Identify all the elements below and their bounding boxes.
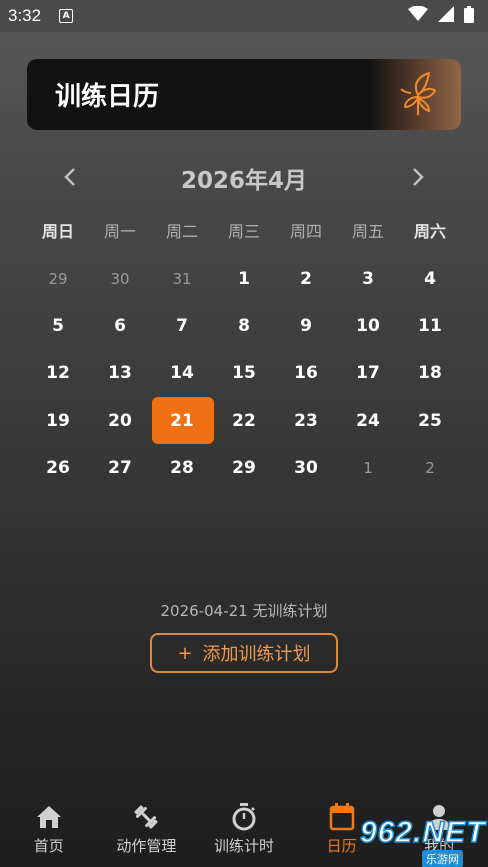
header-card: 训练日历 — [27, 59, 461, 130]
calendar-icon — [329, 803, 355, 831]
watermark-number: 962.NET — [359, 815, 486, 850]
calendar-day[interactable]: 18 — [399, 350, 461, 397]
calendar-day[interactable]: 16 — [275, 350, 337, 397]
calendar-day[interactable]: 5 — [27, 302, 89, 349]
nav-item-exercises[interactable]: 动作管理 — [98, 793, 196, 867]
calendar-day[interactable]: 11 — [399, 302, 461, 349]
calendar-day[interactable]: 14 — [151, 350, 213, 397]
calendar-day[interactable]: 10 — [337, 302, 399, 349]
weekday-header: 周日 周一 周二 周三 周四 周五 周六 — [27, 212, 461, 248]
calendar-day[interactable]: 6 — [89, 302, 151, 349]
calendar-day[interactable]: 15 — [213, 350, 275, 397]
add-plan-label: 添加训练计划 — [202, 644, 311, 665]
calendar-weeks: 29 30 31 1 2 3 4 5 6 7 8 9 10 11 12 13 1… — [27, 255, 461, 492]
add-plan-button[interactable]: + 添加训练计划 — [150, 633, 338, 673]
nav-label: 首页 — [33, 837, 64, 855]
weekday-label: 周一 — [103, 222, 136, 241]
calendar-day[interactable]: 29 — [213, 445, 275, 492]
calendar-day[interactable]: 13 — [89, 350, 151, 397]
calendar-grid: 周日 周一 周二 周三 周四 周五 周六 29 30 31 1 2 3 4 5 … — [27, 212, 461, 492]
chevron-right-icon — [413, 168, 424, 186]
calendar-day-selected[interactable]: 21 — [151, 397, 214, 445]
calendar-day[interactable]: 30 — [89, 255, 151, 302]
calendar-day[interactable]: 25 — [399, 397, 461, 444]
butterfly-icon — [399, 71, 439, 121]
calendar-day[interactable]: 9 — [275, 302, 337, 349]
watermark-subtitle: 乐游网 — [422, 850, 463, 867]
calendar-day[interactable]: 28 — [151, 445, 213, 492]
wifi-icon — [408, 5, 428, 26]
calendar-day[interactable]: 8 — [213, 302, 275, 349]
calendar-day[interactable]: 19 — [27, 397, 89, 444]
a-icon: A — [59, 9, 74, 23]
nav-item-timer[interactable]: 训练计时 — [195, 793, 293, 867]
nav-item-home[interactable]: 首页 — [0, 793, 98, 867]
weekday-label: 周六 — [413, 222, 446, 241]
dumbbell-icon — [132, 803, 160, 831]
calendar-day[interactable]: 7 — [151, 302, 213, 349]
weekday-label: 周五 — [351, 222, 384, 241]
next-month-button[interactable] — [402, 161, 434, 193]
calendar-week: 5 6 7 8 9 10 11 — [27, 302, 461, 349]
battery-icon — [464, 5, 474, 27]
calendar-day[interactable]: 27 — [89, 445, 151, 492]
nav-label: 动作管理 — [116, 837, 177, 855]
calendar-day[interactable]: 26 — [27, 445, 89, 492]
calendar-day[interactable]: 17 — [337, 350, 399, 397]
calendar-day[interactable]: 1 — [337, 445, 399, 492]
calendar-day[interactable]: 30 — [275, 445, 337, 492]
status-time: 3:32 — [8, 6, 42, 25]
calendar-day[interactable]: 2 — [399, 445, 461, 492]
calendar-week: 26 27 28 29 30 1 2 — [27, 445, 461, 492]
calendar-day[interactable]: 2 — [275, 255, 337, 302]
plus-icon: + — [177, 642, 193, 664]
nav-label: 训练计时 — [213, 837, 274, 855]
calendar-day[interactable]: 4 — [399, 255, 461, 302]
status-bar: 3:32 A — [0, 0, 488, 32]
calendar-week: 12 13 14 15 16 17 18 — [27, 350, 461, 397]
calendar-day[interactable]: 24 — [337, 397, 399, 444]
month-navigation: 2026年4月 — [0, 157, 488, 197]
calendar-day[interactable]: 12 — [27, 350, 89, 397]
calendar-week: 19 20 21 22 23 24 25 — [27, 397, 461, 445]
weekday-label: 周四 — [289, 222, 322, 241]
status-icons — [408, 5, 474, 27]
calendar-day[interactable]: 20 — [89, 397, 151, 444]
calendar-day[interactable]: 1 — [213, 255, 275, 302]
home-icon — [36, 803, 62, 831]
calendar-day[interactable]: 23 — [275, 397, 337, 444]
calendar-day[interactable]: 31 — [151, 255, 213, 302]
weekday-label: 周日 — [41, 222, 74, 241]
calendar-day[interactable]: 3 — [337, 255, 399, 302]
weekday-label: 周二 — [165, 222, 198, 241]
plan-status-text: 2026-04-21 无训练计划 — [160, 602, 328, 620]
weekday-label: 周三 — [227, 222, 260, 241]
page-title: 训练日历 — [55, 82, 160, 112]
calendar-day[interactable]: 22 — [213, 397, 275, 444]
calendar-day[interactable]: 29 — [27, 255, 89, 302]
stopwatch-icon — [231, 803, 257, 831]
calendar-week: 29 30 31 1 2 3 4 — [27, 255, 461, 302]
watermark-logo: 962.NET 乐游网 — [352, 814, 488, 867]
signal-icon — [438, 6, 454, 26]
